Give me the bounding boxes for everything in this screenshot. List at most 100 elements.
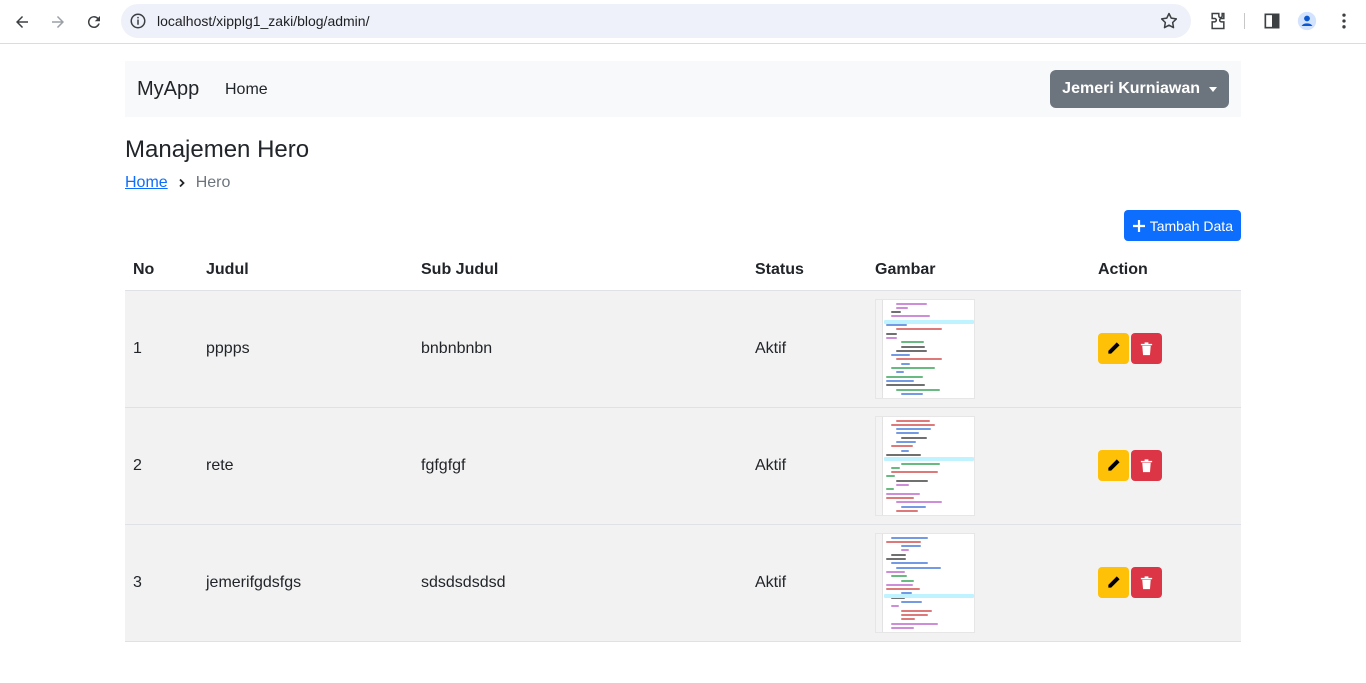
cell-action [1090, 524, 1241, 642]
code-line [886, 583, 913, 586]
edit-button[interactable] [1098, 450, 1129, 481]
add-data-button[interactable]: Tambah Data [1123, 210, 1241, 241]
code-line [901, 549, 909, 552]
nav-link-home[interactable]: Home [225, 81, 268, 99]
hero-thumbnail-image [875, 532, 975, 633]
code-line [896, 428, 931, 431]
url-text[interactable]: localhost/xipplg1_zaki/blog/admin/ [157, 13, 369, 29]
code-line [896, 566, 941, 569]
breadcrumb: Home Hero [125, 174, 230, 192]
code-line [896, 501, 942, 504]
code-line [886, 324, 907, 326]
table-header-row: No Judul Sub Judul Status Gambar Action [125, 250, 1241, 291]
delete-button[interactable] [1131, 333, 1162, 364]
code-line [886, 588, 920, 591]
code-line [891, 622, 938, 625]
trash-icon [1140, 342, 1153, 356]
back-icon[interactable] [8, 8, 36, 36]
hero-thumbnail-image [875, 415, 975, 516]
code-highlight [884, 319, 974, 324]
profile-avatar-icon[interactable] [1297, 11, 1317, 31]
breadcrumb-home-link[interactable]: Home [125, 174, 168, 192]
column-header-no: No [125, 250, 198, 291]
code-line [901, 601, 922, 603]
page-title: Manajemen Hero [125, 136, 310, 163]
site-info-icon[interactable] [129, 12, 147, 30]
code-line [896, 479, 928, 482]
user-dropdown-button[interactable]: Jemeri Kurniawan [1050, 70, 1229, 108]
code-line [896, 419, 930, 422]
bookmark-star-icon[interactable] [1159, 11, 1179, 31]
code-line [886, 453, 921, 456]
code-line [901, 609, 932, 612]
add-data-label: Tambah Data [1149, 217, 1233, 234]
code-line [886, 558, 906, 560]
toolbar-divider [1244, 13, 1245, 29]
user-name: Jemeri Kurniawan [1062, 80, 1200, 97]
cell-status: Aktif [747, 290, 867, 408]
code-line [891, 536, 928, 539]
code-line [896, 441, 916, 443]
code-line [901, 392, 923, 395]
code-line [901, 462, 940, 465]
table-row: 1 pppps bnbnbnbn Aktif [125, 290, 1241, 408]
chevron-right-icon [179, 178, 185, 188]
edit-button[interactable] [1098, 567, 1129, 598]
code-line [891, 605, 899, 608]
browser-menu-icon[interactable] [1334, 11, 1354, 31]
code-line [891, 354, 910, 357]
code-line [901, 579, 914, 582]
extensions-icon[interactable] [1208, 11, 1228, 31]
code-line [891, 466, 900, 469]
column-header-judul: Judul [198, 250, 413, 291]
delete-button[interactable] [1131, 450, 1162, 481]
browser-toolbar: localhost/xipplg1_zaki/blog/admin/ [0, 0, 1366, 44]
code-line [891, 423, 935, 426]
side-panel-icon[interactable] [1262, 11, 1282, 31]
code-line [896, 388, 940, 391]
table-row: 3 jemerifgdsfgs sdsdsdsdsd Aktif [125, 524, 1241, 642]
code-line [891, 562, 928, 565]
code-highlight [884, 593, 974, 598]
code-line [901, 362, 910, 365]
reload-icon[interactable] [80, 8, 108, 36]
cell-status: Aktif [747, 524, 867, 642]
cell-action [1090, 407, 1241, 525]
code-line [886, 570, 905, 573]
delete-button[interactable] [1131, 567, 1162, 598]
cell-status: Aktif [747, 407, 867, 525]
cell-sub-judul: sdsdsdsdsd [413, 524, 747, 642]
cell-sub-judul: bnbnbnbn [413, 290, 747, 408]
code-line [891, 367, 935, 369]
code-line [886, 375, 923, 378]
edit-button[interactable] [1098, 333, 1129, 364]
code-line [896, 432, 919, 435]
pencil-icon [1108, 342, 1120, 354]
code-line [901, 545, 921, 548]
cell-action [1090, 290, 1241, 408]
code-line [891, 553, 906, 556]
forward-icon[interactable] [44, 8, 72, 36]
code-line [891, 626, 914, 629]
code-line [896, 371, 904, 374]
code-line [901, 613, 928, 616]
column-header-action: Action [1090, 250, 1241, 291]
code-line [901, 618, 915, 621]
code-line [896, 349, 927, 352]
cell-gambar [867, 290, 1090, 408]
code-line [886, 332, 897, 335]
cell-gambar [867, 407, 1090, 525]
code-line [896, 484, 909, 486]
column-header-sub-judul: Sub Judul [413, 250, 747, 291]
code-line [891, 315, 930, 318]
code-line [886, 379, 914, 382]
column-header-gambar: Gambar [867, 250, 1090, 291]
code-line [896, 306, 908, 309]
navbar-brand[interactable]: MyApp [137, 78, 199, 101]
code-line [901, 436, 927, 439]
code-line [886, 540, 921, 543]
code-line [901, 505, 926, 508]
address-bar[interactable]: localhost/xipplg1_zaki/blog/admin/ [121, 4, 1191, 38]
page-container: MyApp Home Jemeri Kurniawan Manajemen He… [125, 61, 1241, 642]
cell-no: 1 [125, 290, 198, 408]
